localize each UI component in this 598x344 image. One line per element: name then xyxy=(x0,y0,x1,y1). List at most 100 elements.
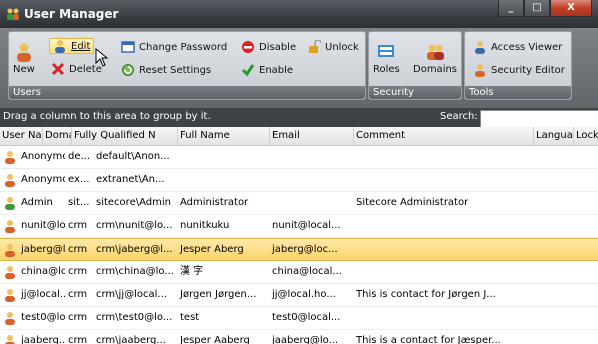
domains-label: Domains xyxy=(413,64,458,75)
column-domain[interactable]: Doma xyxy=(43,127,72,145)
edit-user-icon xyxy=(55,40,65,53)
email-cell: jaaberg@lo... xyxy=(272,335,339,344)
search-input[interactable] xyxy=(480,110,598,128)
group-by-hint: Drag a column to this area to group by i… xyxy=(3,111,211,122)
full-name-cell: Jørgen Jørgen... xyxy=(180,289,257,300)
column-full-name[interactable]: Full Name xyxy=(178,127,270,145)
column-user-name[interactable]: User Name xyxy=(0,127,43,145)
close-button[interactable]: X xyxy=(550,0,592,17)
comment-cell xyxy=(354,215,534,237)
new-user-button[interactable]: New xyxy=(13,42,35,75)
security-group: Roles Domains Security xyxy=(368,31,462,100)
user-icon xyxy=(5,244,15,257)
user-manager-window: User Manager _ □ X New Edit Delete Chang… xyxy=(0,0,598,344)
table-row[interactable]: Anonymousex... extranet\An... xyxy=(0,169,598,192)
table-row[interactable]: nunit@lo...crm crm\nunit@lo... nunitkuku nu… xyxy=(0,215,598,238)
table-row[interactable]: china@lo...crm crm\china@lo... 漢 字 china@lo… xyxy=(0,261,598,284)
fqn-cell: crm\nunit@lo... xyxy=(96,220,173,231)
access-viewer-label: Access Viewer xyxy=(491,41,563,53)
change-password-button[interactable]: Change Password xyxy=(121,40,227,54)
table-row[interactable]: test0@lo...crm crm\test0@lo... test test0@l… xyxy=(0,307,598,330)
comment-cell: This is contact for Jørgen J... xyxy=(356,289,496,300)
full-name-cell: nunitkuku xyxy=(180,220,230,231)
checkmark-icon xyxy=(241,64,255,77)
comment-cell xyxy=(354,169,534,191)
window-title: User Manager xyxy=(24,7,119,21)
unlock-button[interactable]: Unlock xyxy=(307,40,359,54)
user-name-cell: jaberg@l... xyxy=(21,244,65,255)
domain-cell: crm xyxy=(68,266,88,277)
user-name-cell: jaaberg... xyxy=(21,335,65,344)
change-password-label: Change Password xyxy=(139,41,228,53)
edit-button[interactable]: Edit xyxy=(49,38,95,54)
column-locked[interactable]: Lock xyxy=(574,127,598,145)
fqn-cell: crm\jaaberg... xyxy=(96,335,166,344)
tools-group-label: Tools xyxy=(465,86,571,99)
table-row[interactable]: jj@local....crm crm\jj@local... Jørgen Jør… xyxy=(0,284,598,307)
mouse-cursor-icon xyxy=(95,48,109,67)
user-name-cell: china@lo... xyxy=(21,266,65,277)
tools-group: Access Viewer Security Editor Tools xyxy=(464,31,572,100)
security-editor-label: Security Editor xyxy=(491,64,565,76)
domain-cell: de... xyxy=(68,151,91,162)
fqn-cell: crm\jj@local... xyxy=(96,289,167,300)
reset-icon xyxy=(122,64,134,76)
unlock-label: Unlock xyxy=(325,41,359,53)
comment-cell xyxy=(354,307,534,329)
roles-label: Roles xyxy=(373,64,400,75)
comment-cell xyxy=(354,239,534,261)
disable-button[interactable]: Disable xyxy=(241,40,296,54)
fqn-cell: extranet\An... xyxy=(96,174,165,185)
user-icon xyxy=(5,289,15,302)
reset-settings-button[interactable]: Reset Settings xyxy=(121,63,211,77)
full-name-cell xyxy=(178,169,270,191)
reset-settings-label: Reset Settings xyxy=(139,64,212,76)
security-editor-button[interactable]: Security Editor xyxy=(473,63,565,77)
column-comment[interactable]: Comment xyxy=(354,127,534,145)
domain-cell: crm xyxy=(68,289,88,300)
ribbon: New Edit Delete Change Password Reset Se… xyxy=(0,28,598,108)
user-name-cell: Anonymous xyxy=(21,151,65,162)
user-icon xyxy=(5,312,15,325)
title-bar[interactable]: User Manager _ □ X xyxy=(0,0,598,28)
full-name-cell: test xyxy=(180,312,200,323)
table-row-selected[interactable]: jaberg@l...crm crm\jaberg@l... Jesper Aber… xyxy=(0,238,598,261)
domains-button[interactable]: Domains xyxy=(413,42,457,75)
user-icon xyxy=(5,174,15,187)
fqn-cell: crm\test0@lo... xyxy=(96,312,173,323)
users-group: New Edit Delete Change Password Reset Se… xyxy=(8,31,366,100)
edit-label: Edit xyxy=(71,40,91,52)
user-icon xyxy=(5,266,15,279)
table-row[interactable]: Admin sit... sitecore\Admin Administrator Si… xyxy=(0,192,598,215)
email-cell: jaberg@loc... xyxy=(272,244,338,255)
column-language[interactable]: Langua xyxy=(534,127,574,145)
maximize-button[interactable]: □ xyxy=(524,0,550,17)
fqn-cell: default\Anon... xyxy=(96,151,170,162)
email-cell: nunit@local... xyxy=(272,220,341,231)
disable-icon xyxy=(242,41,254,53)
comment-cell xyxy=(354,261,534,283)
minimize-button[interactable]: _ xyxy=(498,0,524,17)
domains-icon xyxy=(427,44,444,60)
group-by-bar[interactable]: Drag a column to this area to group by i… xyxy=(0,108,598,128)
column-email[interactable]: Email xyxy=(270,127,354,145)
enable-button[interactable]: Enable xyxy=(241,63,293,77)
delete-x-icon xyxy=(51,62,65,76)
domain-cell: sit... xyxy=(68,197,90,208)
table-row[interactable]: jaaberg... crm crm\jaaberg... Jesper Aaberg… xyxy=(0,330,598,344)
enable-label: Enable xyxy=(259,64,294,76)
email-cell: china@local... xyxy=(272,266,342,277)
search-label: Search: xyxy=(440,111,478,122)
table-row[interactable]: Anonymousde... default\Anon... xyxy=(0,146,598,169)
roles-button[interactable]: Roles xyxy=(373,42,400,75)
roles-icon xyxy=(378,45,395,57)
user-name-cell: nunit@lo... xyxy=(21,220,65,231)
fqn-cell: sitecore\Admin xyxy=(96,197,171,208)
domain-cell: crm xyxy=(68,312,88,323)
unlock-icon xyxy=(309,40,321,53)
full-name-cell: 漢 字 xyxy=(180,266,204,277)
user-icon xyxy=(5,151,15,164)
access-viewer-button[interactable]: Access Viewer xyxy=(473,40,562,54)
fqn-cell: crm\jaberg@l... xyxy=(96,244,173,255)
column-fully-qualified-name[interactable]: Fully Qualified N xyxy=(72,127,178,145)
